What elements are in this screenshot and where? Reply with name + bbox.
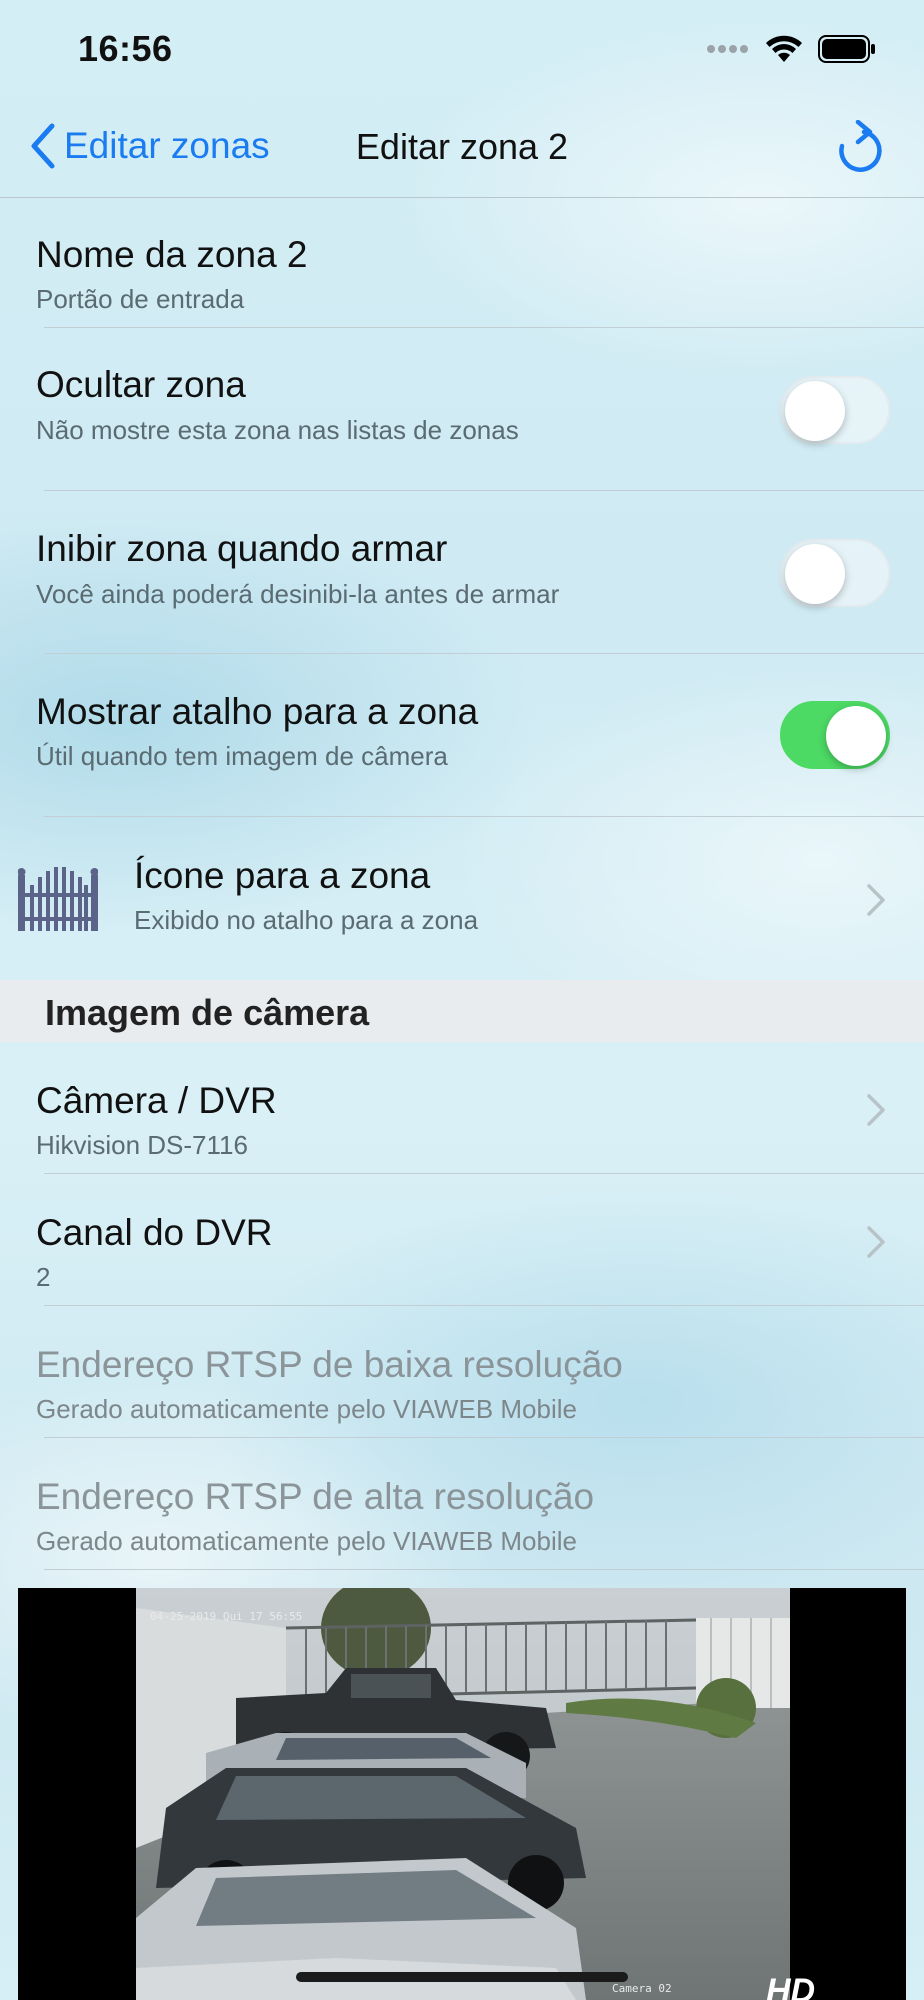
- rtsp-low-title: Endereço RTSP de baixa resolução: [36, 1344, 623, 1385]
- home-indicator: [296, 1972, 628, 1982]
- camera-dvr-value: Hikvision DS-7116: [36, 1130, 248, 1160]
- camera-section-title: Imagem de câmera: [45, 992, 370, 1033]
- zone-icon-row[interactable]: Ícone para a zona Exibido no atalho para…: [0, 817, 924, 980]
- hide-zone-toggle[interactable]: [780, 376, 890, 444]
- rtsp-low-subtitle: Gerado automaticamente pelo VIAWEB Mobil…: [36, 1394, 577, 1424]
- rtsp-low-row: Endereço RTSP de baixa resolução Gerado …: [0, 1306, 924, 1437]
- zone-icon-title: Ícone para a zona: [134, 855, 431, 896]
- rtsp-high-subtitle: Gerado automaticamente pelo VIAWEB Mobil…: [36, 1526, 577, 1556]
- camera-section-header: Imagem de câmera: [0, 980, 924, 1042]
- chevron-right-icon: [867, 1094, 885, 1126]
- camera-dvr-row[interactable]: Câmera / DVR Hikvision DS-7116: [0, 1042, 924, 1173]
- gate-icon: [18, 867, 98, 931]
- toggle-knob: [785, 381, 845, 441]
- inhibit-zone-subtitle: Você ainda poderá desinibi-la antes de a…: [36, 579, 560, 609]
- parking-lot-scene: [136, 1588, 790, 2000]
- status-time: 16:56: [78, 28, 173, 69]
- hd-badge[interactable]: HD: [766, 1972, 815, 2000]
- show-shortcut-title: Mostrar atalho para a zona: [36, 691, 479, 732]
- zone-name-title: Nome da zona 2: [36, 234, 308, 275]
- inhibit-zone-toggle[interactable]: [780, 539, 890, 607]
- chevron-right-icon: [867, 1226, 885, 1258]
- status-icons: [706, 34, 876, 64]
- dvr-channel-title: Canal do DVR: [36, 1212, 273, 1253]
- camera-timestamp: 04-25-2019 Qui 17 56:55: [150, 1610, 303, 1623]
- zone-name-value: Portão de entrada: [36, 284, 245, 314]
- hide-zone-row: Ocultar zona Não mostre esta zona nas li…: [0, 328, 924, 491]
- dvr-channel-row[interactable]: Canal do DVR 2: [0, 1174, 924, 1306]
- camera-dvr-title: Câmera / DVR: [36, 1080, 277, 1121]
- zone-name-row[interactable]: Nome da zona 2 Portão de entrada: [0, 198, 924, 328]
- zone-icon-subtitle: Exibido no atalho para a zona: [134, 905, 479, 935]
- status-bar: 16:56: [0, 0, 924, 100]
- toggle-knob: [826, 706, 886, 766]
- wifi-icon: [766, 35, 802, 62]
- camera-label: Camera 02: [612, 1982, 672, 1995]
- inhibit-zone-row: Inibir zona quando armar Você ainda pode…: [0, 491, 924, 654]
- page-title: Editar zona 2: [355, 126, 569, 167]
- refresh-icon: [839, 119, 882, 172]
- dvr-channel-value: 2: [36, 1262, 51, 1292]
- camera-image: 04-25-2019 Qui 17 56:55 Camera 02: [136, 1588, 790, 2000]
- hide-zone-subtitle: Não mostre esta zona nas listas de zonas: [36, 415, 519, 445]
- chevron-right-icon: [867, 884, 885, 916]
- rtsp-high-title: Endereço RTSP de alta resolução: [36, 1476, 595, 1517]
- show-shortcut-subtitle: Útil quando tem imagem de câmera: [36, 741, 448, 771]
- battery-icon: [818, 35, 875, 63]
- camera-feed[interactable]: 04-25-2019 Qui 17 56:55 Camera 02 HD: [18, 1588, 906, 2000]
- show-shortcut-row: Mostrar atalho para a zona Útil quando t…: [0, 654, 924, 817]
- refresh-button[interactable]: [834, 119, 884, 181]
- rtsp-high-row: Endereço RTSP de alta resolução Gerado a…: [0, 1438, 924, 1569]
- divider: [44, 1569, 924, 1570]
- hide-zone-title: Ocultar zona: [36, 364, 246, 405]
- inhibit-zone-title: Inibir zona quando armar: [36, 528, 448, 569]
- show-shortcut-toggle[interactable]: [780, 701, 890, 769]
- toggle-knob: [785, 544, 845, 604]
- signal-icon: [707, 45, 748, 53]
- navigation-bar: Editar zonas Editar zona 2: [0, 100, 924, 198]
